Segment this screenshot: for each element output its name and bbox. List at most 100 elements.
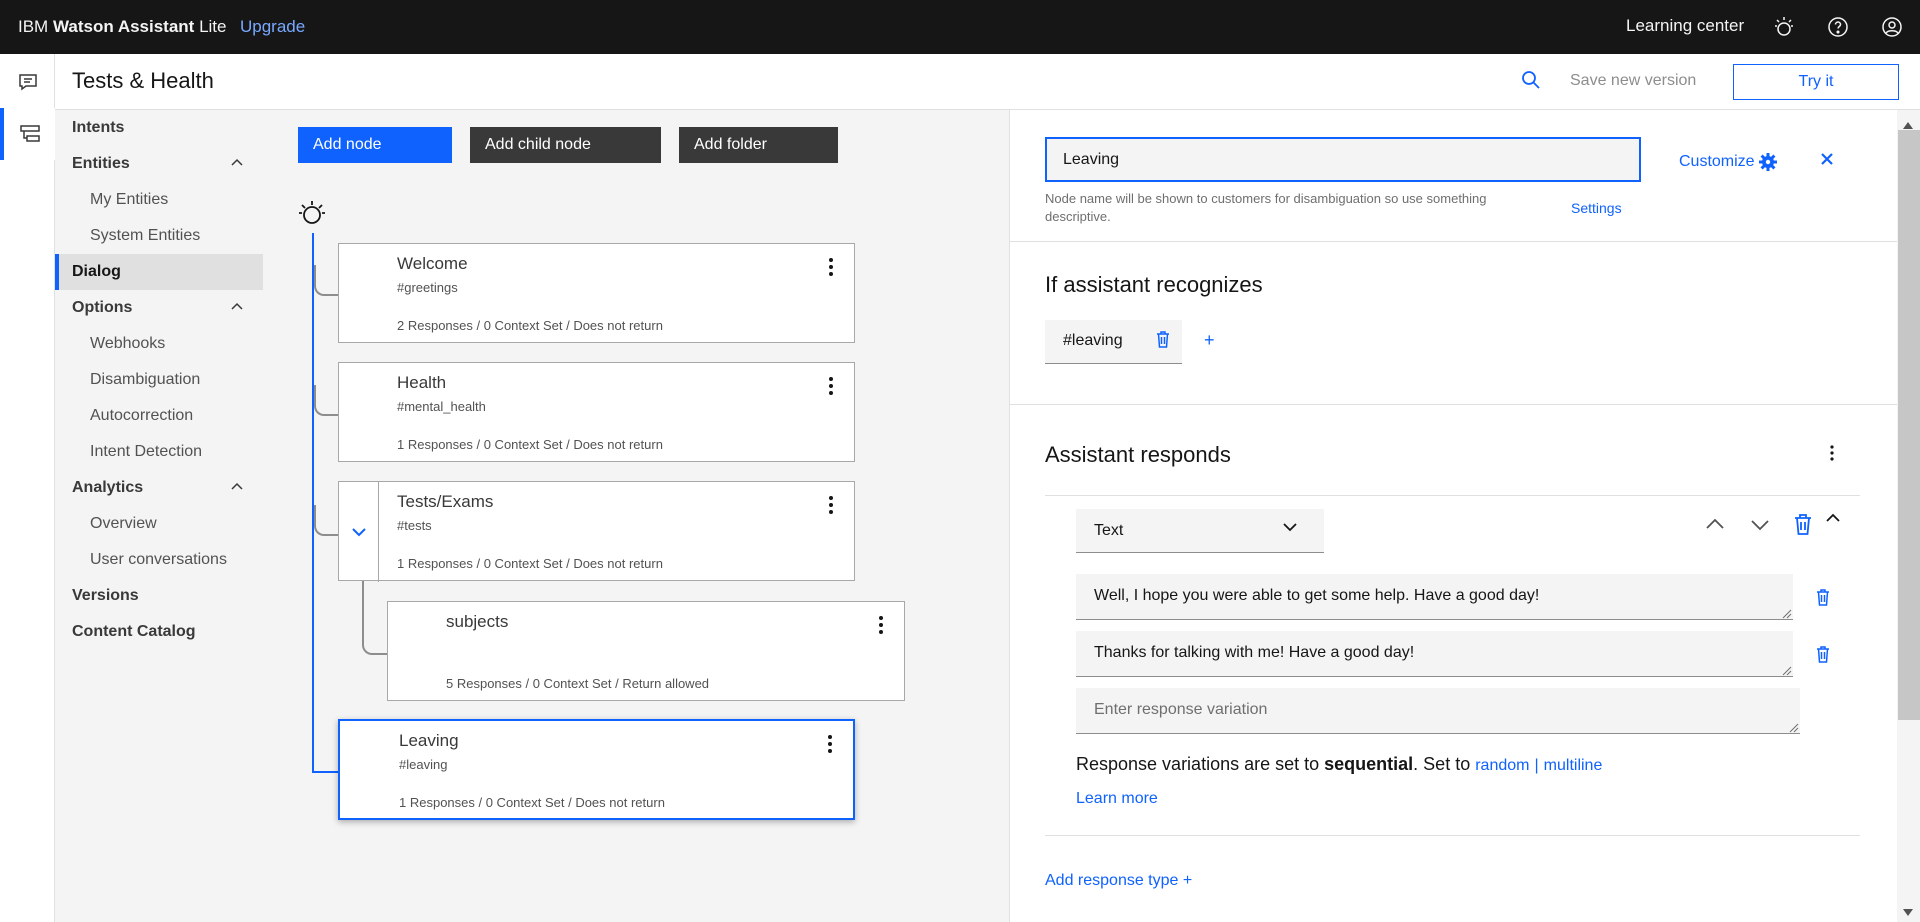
nav-intents[interactable]: Intents (55, 110, 263, 146)
tree-branch-line (312, 771, 338, 773)
node-title: Tests/Exams (397, 492, 494, 511)
customize-button[interactable]: Customize (1679, 153, 1777, 171)
nav-label: Autocorrection (90, 407, 194, 424)
multiline-link[interactable]: multiline (1544, 757, 1603, 774)
learn-more-link[interactable]: Learn more (1076, 790, 1158, 808)
nav-label: Options (72, 299, 133, 316)
nav-label: Dialog (72, 263, 121, 280)
upgrade-link[interactable]: Upgrade (240, 17, 305, 37)
nav-label: Webhooks (90, 335, 166, 352)
overflow-menu-icon[interactable] (821, 254, 841, 280)
help-icon[interactable] (1824, 13, 1852, 41)
node-condition: #tests (397, 518, 432, 533)
tree-connector (314, 265, 339, 296)
nav-user-conversations[interactable]: User conversations (55, 542, 263, 578)
nav-dialog[interactable]: Dialog (55, 254, 263, 290)
dialog-node-tests-exams[interactable]: Tests/Exams #tests 1 Responses / 0 Conte… (338, 481, 855, 582)
nav-analytics[interactable]: Analytics (55, 470, 263, 506)
resize-grip-icon[interactable] (1789, 723, 1799, 733)
nav-label: My Entities (90, 191, 169, 208)
overflow-menu-icon[interactable] (871, 612, 891, 638)
dialog-node-welcome[interactable]: Welcome #greetings 2 Responses / 0 Conte… (338, 243, 855, 343)
trash-icon[interactable] (1816, 646, 1830, 663)
add-child-node-button[interactable]: Add child node (470, 127, 661, 163)
collapse-node-toggle[interactable] (339, 482, 379, 582)
overflow-menu-icon[interactable] (821, 492, 841, 518)
add-folder-button[interactable]: Add folder (679, 127, 838, 163)
move-up-icon[interactable] (1706, 518, 1724, 529)
scroll-down-icon[interactable] (1903, 903, 1913, 921)
dialog-node-health[interactable]: Health #mental_health 1 Responses / 0 Co… (338, 362, 855, 462)
nav-webhooks[interactable]: Webhooks (55, 326, 263, 362)
nav-label: Intents (72, 119, 125, 136)
trash-icon[interactable] (1794, 514, 1812, 535)
nav-label: Overview (90, 515, 157, 532)
nav-options[interactable]: Options (55, 290, 263, 326)
brand-prefix: IBM (18, 17, 49, 36)
resize-grip-icon[interactable] (1782, 666, 1792, 676)
collapse-icon[interactable] (1826, 513, 1840, 522)
node-meta: 2 Responses / 0 Context Set / Does not r… (397, 318, 663, 333)
node-meta: 1 Responses / 0 Context Set / Does not r… (397, 556, 663, 571)
node-condition: #mental_health (397, 399, 486, 414)
response-variation-input[interactable]: Thanks for talking with me! Have a good … (1076, 631, 1793, 677)
tree-connector (362, 581, 388, 655)
nav-label: Content Catalog (72, 623, 196, 640)
scrollbar-thumb[interactable] (1898, 130, 1920, 720)
overflow-menu-icon[interactable] (1830, 445, 1834, 466)
nav-disambiguation[interactable]: Disambiguation (55, 362, 263, 398)
chevron-up-icon (231, 302, 243, 310)
dialog-tree-icon[interactable] (0, 108, 55, 160)
close-icon[interactable] (1820, 152, 1834, 171)
chevron-up-icon (231, 482, 243, 490)
variation-mode-text: Response variations are set to sequentia… (1076, 754, 1602, 775)
try-it-button[interactable]: Try it (1733, 64, 1899, 100)
nav-system-entities[interactable]: System Entities (55, 218, 263, 254)
nav-intent-detection[interactable]: Intent Detection (55, 434, 263, 470)
responds-title: Assistant responds (1045, 442, 1231, 467)
add-response-type-button[interactable]: Add response type + (1045, 872, 1192, 890)
overflow-menu-icon[interactable] (821, 373, 841, 399)
customize-label: Customize (1679, 153, 1755, 170)
node-condition: #leaving (399, 757, 448, 772)
nav-autocorrection[interactable]: Autocorrection (55, 398, 263, 434)
recognizes-title: If assistant recognizes (1045, 272, 1263, 297)
nav-my-entities[interactable]: My Entities (55, 182, 263, 218)
watson-root-icon (297, 199, 327, 232)
add-node-button[interactable]: Add node (298, 127, 452, 163)
scroll-up-icon[interactable] (1903, 116, 1913, 134)
user-avatar-icon[interactable] (1878, 13, 1906, 41)
separator: | (1534, 757, 1539, 774)
nav-entities[interactable]: Entities (55, 146, 263, 182)
variation-prefix: Response variations are set to (1076, 754, 1325, 774)
dialog-node-subjects[interactable]: subjects 5 Responses / 0 Context Set / R… (387, 601, 905, 701)
trash-icon[interactable] (1816, 589, 1830, 606)
node-name-input[interactable]: Leaving (1045, 137, 1641, 182)
save-new-version-button[interactable]: Save new version (1570, 72, 1696, 90)
brand[interactable]: IBM Watson Assistant Lite (18, 17, 227, 37)
chat-icon[interactable] (0, 56, 55, 108)
response-variation-input[interactable]: Well, I hope you were able to get some h… (1076, 574, 1793, 620)
nav-content-catalog[interactable]: Content Catalog (55, 614, 263, 650)
dialog-node-leaving[interactable]: Leaving #leaving 1 Responses / 0 Context… (338, 719, 855, 820)
nav-versions[interactable]: Versions (55, 578, 263, 614)
nav-overview[interactable]: Overview (55, 506, 263, 542)
tree-connector (314, 385, 339, 416)
node-condition: #greetings (397, 280, 458, 295)
new-response-variation-input[interactable]: Enter response variation (1076, 688, 1800, 734)
trash-icon[interactable] (1156, 331, 1170, 353)
nav-label: System Entities (90, 227, 201, 244)
learning-center-link[interactable]: Learning center (1626, 16, 1744, 36)
resize-grip-icon[interactable] (1782, 609, 1792, 619)
add-condition-button[interactable]: + (1204, 330, 1215, 351)
watson-icon[interactable] (1770, 13, 1798, 41)
move-down-icon[interactable] (1751, 520, 1769, 531)
random-link[interactable]: random (1475, 757, 1529, 774)
search-icon[interactable] (1521, 70, 1541, 95)
tree-connector (314, 505, 339, 536)
settings-link[interactable]: Settings (1571, 200, 1622, 216)
node-title: Leaving (399, 731, 459, 750)
section-divider (1045, 835, 1860, 836)
overflow-menu-icon[interactable] (820, 731, 840, 757)
nav-label: User conversations (90, 551, 227, 568)
